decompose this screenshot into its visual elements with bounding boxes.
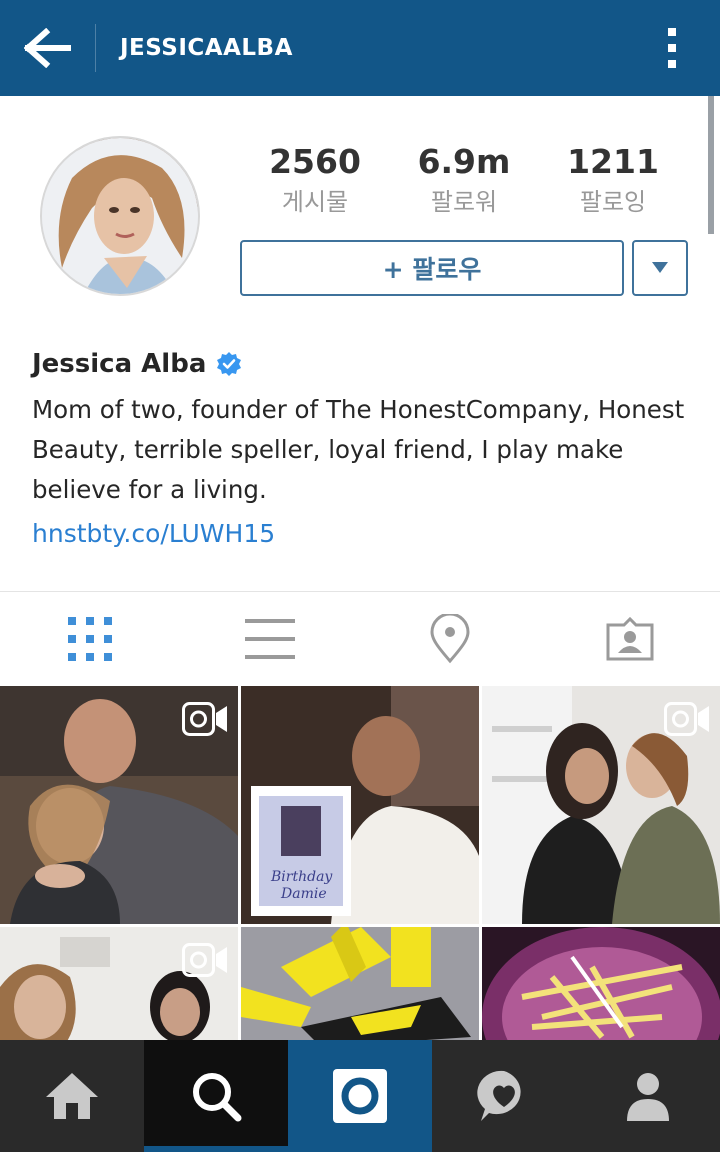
followers-stat[interactable]: 6.9m 팔로워 — [389, 140, 539, 220]
camera-icon — [333, 1069, 387, 1123]
post-thumbnail[interactable] — [241, 927, 479, 1040]
home-icon — [46, 1073, 98, 1119]
tab-list[interactable] — [180, 592, 360, 686]
tab-grid[interactable] — [0, 592, 180, 686]
video-camera-icon — [664, 702, 709, 736]
profile-name: Jessica Alba — [32, 349, 207, 379]
grid-icon — [68, 617, 112, 661]
avatar[interactable] — [40, 136, 200, 296]
nav-activity[interactable] — [432, 1040, 576, 1152]
activity-heart-icon — [477, 1070, 521, 1121]
verified-badge-icon — [217, 352, 242, 376]
nav-profile[interactable] — [576, 1040, 720, 1152]
follow-button[interactable]: + 팔로우 — [240, 240, 624, 296]
video-camera-icon — [182, 702, 227, 736]
followers-label: 팔로워 — [430, 188, 498, 216]
post-thumbnail[interactable] — [482, 686, 720, 924]
nav-home[interactable] — [0, 1040, 144, 1152]
posts-label: 게시물 — [281, 188, 349, 216]
page-title: JESSICAALBA — [120, 35, 293, 61]
posts-count: 2560 — [269, 142, 361, 181]
profile-name-row: Jessica Alba — [32, 346, 242, 382]
nav-search[interactable] — [144, 1040, 288, 1152]
svg-text:Birthday: Birthday — [270, 869, 333, 885]
more-options-button[interactable] — [648, 28, 696, 68]
topbar-divider — [95, 24, 96, 72]
following-count: 1211 — [567, 142, 659, 181]
post-grid: Birthday Damie — [0, 686, 720, 1040]
more-dot — [668, 44, 676, 52]
tab-map[interactable] — [360, 592, 540, 686]
arrow-left-icon — [24, 28, 71, 68]
profile-bio: Mom of two, founder of The HonestCompany… — [32, 395, 685, 504]
profile-website-link[interactable]: hnstbty.co/LUWH15 — [32, 514, 275, 554]
more-vertical-icon — [668, 28, 676, 36]
location-pin-icon — [430, 614, 470, 664]
top-app-bar: JESSICAALBA — [0, 0, 720, 96]
avatar-image — [42, 138, 198, 294]
video-camera-icon — [182, 943, 227, 977]
scroll-indicator[interactable] — [708, 96, 714, 234]
posts-stat: 2560 게시물 — [240, 140, 390, 220]
following-stat[interactable]: 1211 팔로잉 — [538, 140, 688, 220]
suggestions-dropdown-button[interactable] — [632, 240, 688, 296]
post-image: Birthday Damie — [241, 686, 479, 924]
list-icon — [245, 619, 295, 659]
bottom-navigation — [0, 1040, 720, 1152]
svg-text:Damie: Damie — [280, 886, 327, 902]
nav-camera[interactable] — [288, 1040, 432, 1152]
triangle-down-icon — [652, 262, 668, 273]
post-thumbnail[interactable] — [0, 686, 238, 924]
post-image — [241, 927, 479, 1040]
profile-icon — [627, 1073, 669, 1121]
more-dot — [668, 60, 676, 68]
post-thumbnail[interactable] — [482, 927, 720, 1040]
post-image — [482, 927, 720, 1040]
post-thumbnail[interactable] — [0, 927, 238, 1040]
active-tab-indicator — [144, 1146, 288, 1152]
followers-count: 6.9m — [417, 142, 511, 181]
following-label: 팔로잉 — [579, 188, 647, 216]
post-thumbnail[interactable]: Birthday Damie — [241, 686, 479, 924]
search-icon — [193, 1073, 242, 1122]
back-button[interactable] — [0, 0, 96, 96]
tagged-person-icon — [606, 617, 654, 661]
tab-tagged[interactable] — [540, 592, 720, 686]
